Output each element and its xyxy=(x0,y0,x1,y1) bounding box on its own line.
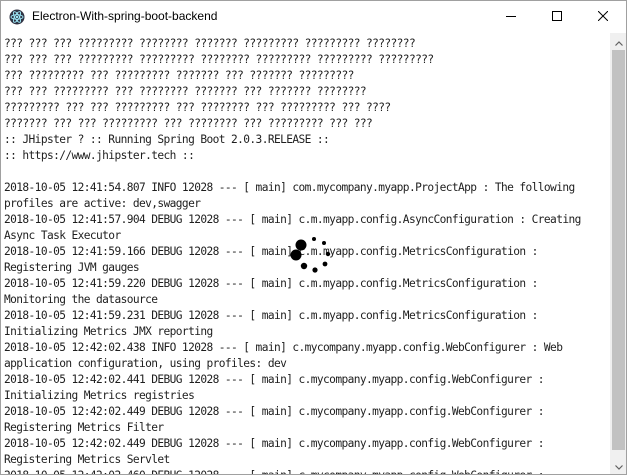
log-line: :: JHipster ? :: Running Spring Boot 2.0… xyxy=(4,133,330,146)
log-line: :: https://www.jhipster.tech :: xyxy=(4,149,195,162)
log-line: ??? ????????? ??? ????????? ??????? ??? … xyxy=(4,69,354,82)
log-line: 2018-10-05 12:41:54.807 INFO 12028 --- [… xyxy=(4,181,575,194)
log-line: Registering Metrics Filter xyxy=(4,421,164,434)
vertical-scrollbar[interactable] xyxy=(610,33,626,475)
loading-spinner-icon xyxy=(288,230,336,278)
log-line: 2018-10-05 12:41:59.166 DEBUG 12028 --- … xyxy=(4,245,538,258)
log-line: ????????? ??? ??? ????????? ??? ????????… xyxy=(4,101,391,114)
close-icon xyxy=(597,8,609,26)
close-button[interactable] xyxy=(580,1,626,32)
log-line: 2018-10-05 12:41:57.904 DEBUG 12028 --- … xyxy=(4,213,581,226)
log-line: ??? ??? ????????? ??? ???????? ??????? ?… xyxy=(4,85,367,98)
window-title: Electron-With-spring-boot-backend xyxy=(32,9,218,23)
log-line: ??????? ??? ??? ????????? ??? ???????? ?… xyxy=(4,117,373,130)
log-line: application configuration, using profile… xyxy=(4,357,287,370)
log-line: 2018-10-05 12:42:02.449 DEBUG 12028 --- … xyxy=(4,437,545,450)
scroll-down-button[interactable] xyxy=(610,457,626,475)
log-line: Monitoring the datasource xyxy=(4,293,158,306)
log-line: 2018-10-05 12:41:59.231 DEBUG 12028 --- … xyxy=(4,309,538,322)
log-line: Async Task Executor xyxy=(4,229,121,242)
log-line: ??? ??? ??? ????????? ????????? ????????… xyxy=(4,53,434,66)
log-line: ??? ??? ??? ????????? ???????? ??????? ?… xyxy=(4,37,416,50)
log-line: Initializing Metrics registries xyxy=(4,389,195,402)
scroll-down-arrow-icon xyxy=(614,457,623,475)
maximize-button[interactable] xyxy=(534,1,580,32)
log-line: Registering Metrics Servlet xyxy=(4,453,170,466)
log-line: Initializing Metrics JMX reporting xyxy=(4,325,213,338)
minimize-button[interactable] xyxy=(488,1,534,32)
log-line: Registering JVM gauges xyxy=(4,261,140,274)
electron-atom-icon xyxy=(9,9,25,25)
app-window: Electron-With-spring-boot-backend ??? ??… xyxy=(0,0,627,475)
log-line: profiles are active: dev,swagger xyxy=(4,197,201,210)
log-line: 2018-10-05 12:41:59.220 DEBUG 12028 --- … xyxy=(4,277,538,290)
scroll-up-button[interactable] xyxy=(610,33,626,51)
minimize-icon xyxy=(506,8,516,26)
log-line: 2018-10-05 12:42:02.449 DEBUG 12028 --- … xyxy=(4,405,545,418)
scrollbar-thumb[interactable] xyxy=(612,50,625,450)
log-line: 2018-10-05 12:42:02.460 DEBUG 12028 --- … xyxy=(4,468,545,474)
title-bar[interactable]: Electron-With-spring-boot-backend xyxy=(1,1,626,33)
log-line: 2018-10-05 12:42:02.441 DEBUG 12028 --- … xyxy=(4,373,545,386)
maximize-icon xyxy=(552,8,562,26)
log-line: 2018-10-05 12:42:02.438 INFO 12028 --- [… xyxy=(4,341,563,354)
scroll-up-arrow-icon xyxy=(614,33,623,51)
